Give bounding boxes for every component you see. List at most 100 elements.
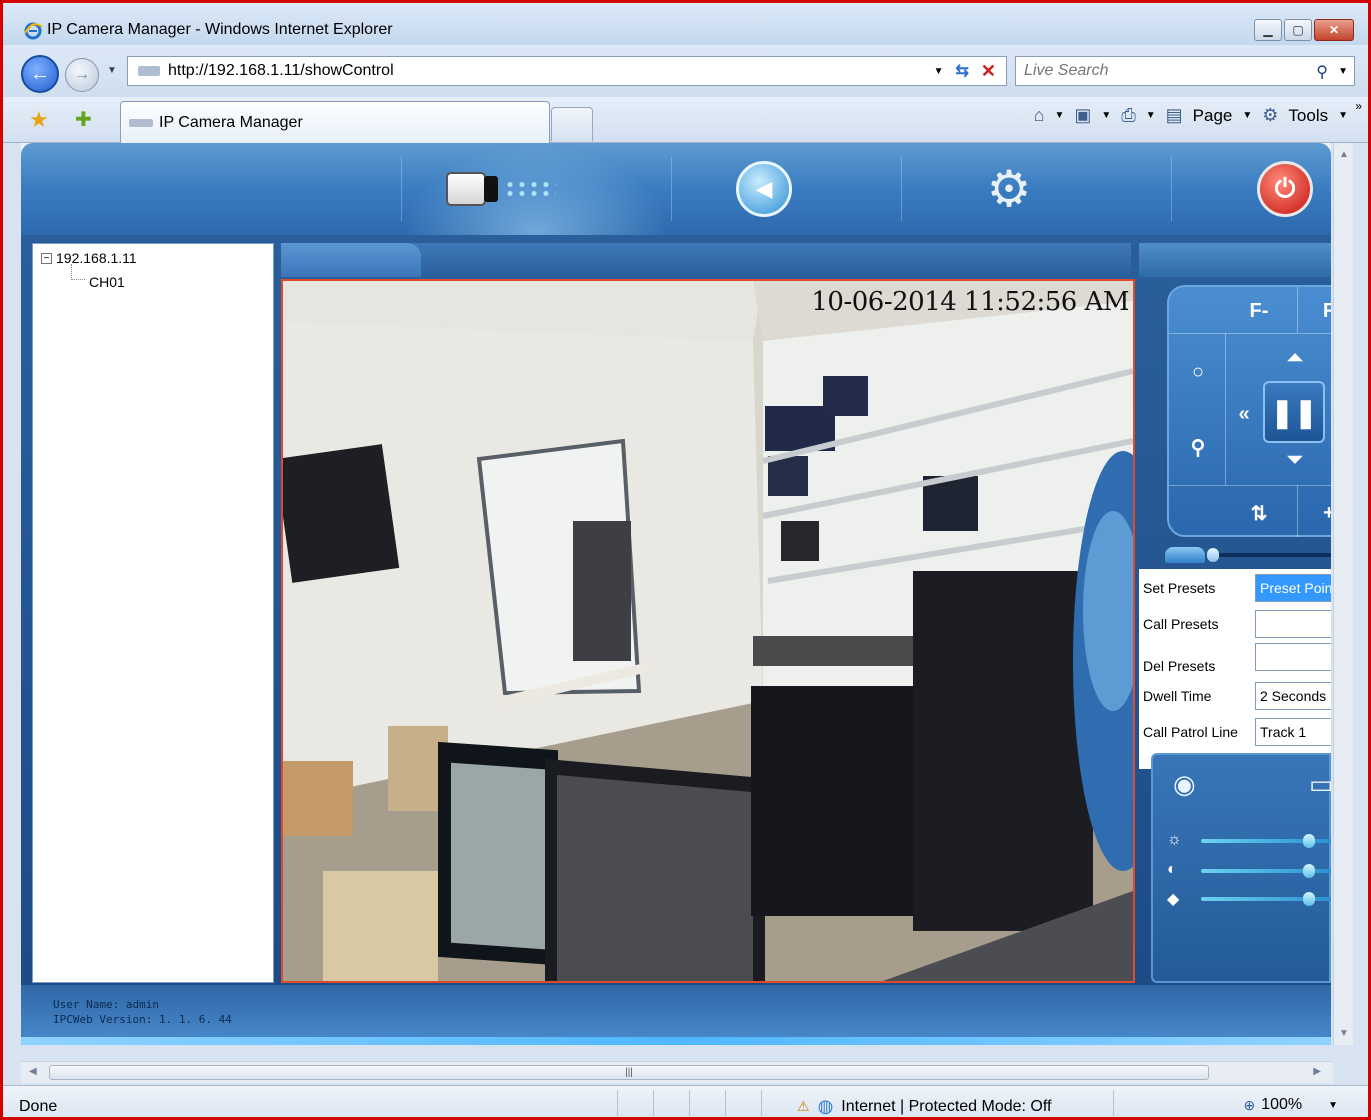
status-divider [761, 1090, 762, 1116]
tree-item-ch01[interactable]: CH01 [73, 274, 125, 290]
playback-back-icon[interactable]: ◀ [736, 161, 792, 217]
zoom-level[interactable]: 100% [1261, 1096, 1302, 1114]
tree-item-label[interactable]: CH01 [89, 274, 125, 290]
monitor-icon[interactable]: ▭ [1309, 769, 1331, 800]
address-url[interactable]: http://192.168.1.11/showControl [168, 62, 394, 80]
saturation-knob[interactable] [1303, 892, 1316, 906]
add-favorites-icon[interactable]: ✚ [75, 107, 92, 132]
preset-controls: Set Presets Preset Point Call Presets De… [1139, 569, 1331, 769]
zoom-control[interactable]: ⊕ 100% ▼ [1243, 1096, 1338, 1114]
tab-ip-camera-manager[interactable]: IP Camera Manager [120, 101, 550, 143]
speed-gauge-icon [1165, 547, 1205, 563]
brightness-slider[interactable]: ☼ [1167, 831, 1331, 851]
home-dropdown[interactable]: ▼ [1055, 110, 1065, 121]
camera-icon[interactable] [446, 161, 556, 217]
version-text: IPCWeb Version: 1. 1. 6. 44 [53, 1013, 232, 1026]
status-divider [725, 1090, 726, 1116]
close-button[interactable]: ✕ [1314, 19, 1354, 41]
window-title: IP Camera Manager - Windows Internet Exp… [47, 21, 393, 38]
tilt-down-icon[interactable]: ⏷ [1275, 447, 1315, 473]
speed-knob[interactable] [1207, 548, 1219, 562]
contrast-icon: ◐ [1167, 861, 1177, 878]
print-icon[interactable]: ⎙ [1121, 105, 1135, 126]
pan-left-icon[interactable]: « [1229, 399, 1259, 429]
iris-circle-icon[interactable]: ○ [1183, 357, 1213, 387]
video-feed[interactable]: 10-06-2014 11:52:56 AM [281, 279, 1135, 983]
search-box[interactable]: ⚲ ▼ [1015, 56, 1355, 86]
address-bar[interactable]: http://192.168.1.11/showControl ▼ ⇆ ✕ [127, 56, 1007, 86]
saturation-slider[interactable]: ◆ [1167, 889, 1331, 909]
vertical-scrollbar[interactable]: ▲ ▼ [1333, 143, 1353, 1045]
title-bar: IP Camera Manager - Windows Internet Exp… [3, 3, 1368, 45]
ptz-extra-icon[interactable]: + [1319, 499, 1331, 527]
scroll-down-icon[interactable]: ▼ [1339, 1028, 1349, 1039]
search-options-dropdown[interactable]: ▼ [1338, 66, 1348, 77]
address-dropdown[interactable]: ▼ [934, 66, 944, 77]
app-body: − 192.168.1.11 CH01 10-06-2014 11:52:56 … [21, 235, 1331, 1045]
call-presets-field[interactable] [1255, 610, 1331, 638]
video-tab-bar [281, 243, 1131, 277]
scroll-right-icon[interactable]: ▶ [1313, 1066, 1321, 1077]
contrast-knob[interactable] [1303, 864, 1316, 878]
contrast-slider[interactable]: ◐ [1167, 861, 1331, 881]
refresh-icon[interactable]: ⇆ [956, 61, 969, 81]
tools-gear-icon: ⚙ [1262, 105, 1279, 125]
set-presets-field[interactable]: Preset Point [1255, 574, 1331, 602]
tree-root[interactable]: − 192.168.1.11 [41, 250, 137, 266]
forward-button[interactable]: → [65, 58, 99, 92]
scroll-thumb[interactable]: ||| [49, 1065, 1209, 1080]
more-chevron-icon[interactable]: » [1355, 99, 1362, 113]
tilt-up-icon[interactable]: ⏶ [1275, 345, 1315, 371]
app-footer: User Name: admin IPCWeb Version: 1. 1. 6… [21, 985, 1331, 1045]
ptz-divider [1225, 333, 1226, 485]
video-tab[interactable] [281, 243, 421, 277]
collapse-icon[interactable]: − [41, 252, 52, 264]
auto-scan-icon[interactable]: ⇅ [1239, 499, 1279, 527]
arrow-right-icon: → [74, 66, 90, 83]
ptz-speed-slider[interactable] [1165, 545, 1331, 565]
ie-logo-icon [24, 22, 43, 40]
site-favicon-icon [138, 66, 160, 76]
tree-root-label[interactable]: 192.168.1.11 [56, 250, 137, 266]
favorites-star-icon[interactable]: ★ [29, 107, 49, 133]
focus-plus-button[interactable]: F [1319, 299, 1331, 323]
minimize-button[interactable]: ▁ [1254, 19, 1282, 41]
focus-minus-button[interactable]: F- [1239, 299, 1279, 323]
webcam-icon[interactable]: ◉ [1173, 769, 1196, 800]
tools-dropdown[interactable]: ▼ [1338, 110, 1348, 121]
feeds-dropdown[interactable]: ▼ [1101, 110, 1111, 121]
feeds-icon[interactable]: ▣ [1074, 105, 1091, 126]
scroll-left-icon[interactable]: ◀ [29, 1066, 37, 1077]
security-zone[interactable]: ⚠ ◍ Internet | Protected Mode: Off [797, 1096, 1051, 1117]
ptz-stop-button[interactable]: ❚❚ [1263, 381, 1325, 443]
page-dropdown[interactable]: ▼ [1242, 110, 1252, 121]
del-presets-field[interactable] [1255, 643, 1331, 671]
status-divider [617, 1090, 618, 1116]
search-input[interactable] [1024, 62, 1294, 80]
search-icon[interactable]: ⚲ [1316, 62, 1328, 82]
zoom-icon[interactable]: ⚲ [1183, 432, 1213, 462]
speed-track[interactable] [1211, 553, 1331, 557]
scroll-up-icon[interactable]: ▲ [1339, 149, 1349, 160]
zoom-dropdown[interactable]: ▼ [1328, 1100, 1338, 1111]
internet-globe-icon: ◍ [817, 1096, 834, 1116]
horizontal-scrollbar[interactable]: ◀ ||| ▶ [21, 1061, 1333, 1083]
tools-menu[interactable]: Tools [1288, 106, 1328, 126]
page-content: ◀ ⚙ ⏻ − 192.168.1.11 CH01 10-06-2014 11:… [21, 143, 1331, 1045]
dwell-time-field[interactable]: 2 Seconds [1255, 682, 1331, 710]
page-menu[interactable]: Page [1193, 106, 1233, 126]
maximize-button[interactable]: ▢ [1284, 19, 1312, 41]
new-tab-button[interactable] [551, 107, 593, 141]
patrol-line-field[interactable]: Track 1 [1255, 718, 1331, 746]
recent-pages-dropdown[interactable]: ▼ [107, 65, 117, 76]
print-dropdown[interactable]: ▼ [1146, 110, 1156, 121]
settings-icon[interactable]: ⚙ [981, 161, 1037, 217]
status-divider [689, 1090, 690, 1116]
address-tools: ▼ ⇆ ✕ [934, 57, 1006, 85]
home-icon[interactable]: ⌂ [1034, 105, 1045, 126]
power-icon[interactable]: ⏻ [1257, 161, 1313, 217]
stop-icon[interactable]: ✕ [981, 61, 996, 82]
status-divider [653, 1090, 654, 1116]
back-button[interactable]: ← [21, 55, 59, 93]
brightness-knob[interactable] [1303, 834, 1316, 848]
